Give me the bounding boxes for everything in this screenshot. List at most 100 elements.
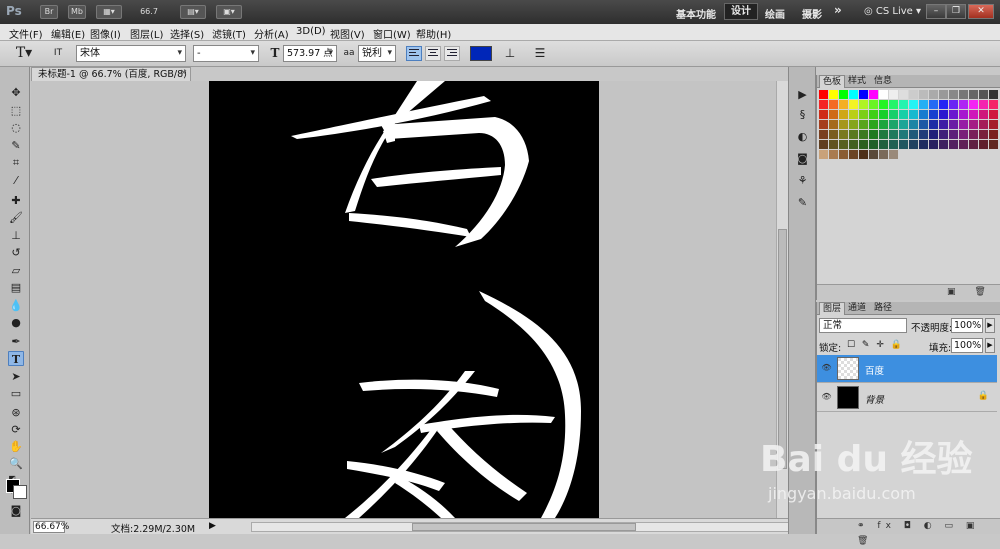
swatch-cell[interactable] [929, 130, 938, 139]
character-panel-icon[interactable]: ☰ [532, 45, 548, 62]
swatch-cell[interactable] [849, 130, 858, 139]
warp-text-icon[interactable]: ⊥ [502, 45, 518, 62]
swatch-cell[interactable] [929, 140, 938, 149]
swatch-cell[interactable] [889, 90, 898, 99]
swatch-cell[interactable] [959, 120, 968, 129]
swatch-cell[interactable] [889, 110, 898, 119]
swatch-cell[interactable] [879, 90, 888, 99]
marquee-tool-icon[interactable]: ⬚ [8, 103, 24, 118]
swatch-cell[interactable] [829, 130, 838, 139]
swatch-cell[interactable] [989, 120, 998, 129]
swatch-cell[interactable] [939, 100, 948, 109]
swatch-cell[interactable] [949, 140, 958, 149]
restore-button[interactable]: ❐ [946, 4, 966, 19]
blur-tool-icon[interactable]: 💧 [8, 298, 24, 313]
clone-stamp-tool-icon[interactable]: ⊥ [8, 228, 24, 243]
swatch-cell[interactable] [869, 150, 878, 159]
document-tab[interactable]: 未标题-1 @ 66.7% (百度, RGB/8) * [31, 67, 191, 93]
swatch-cell[interactable] [969, 120, 978, 129]
workspace-design[interactable]: 设计 [724, 3, 758, 20]
swatch-cell[interactable] [979, 110, 988, 119]
menu-layer[interactable]: 图层(L) [130, 26, 163, 41]
swatch-cell[interactable] [869, 100, 878, 109]
swatch-cell[interactable] [989, 130, 998, 139]
zoom-field[interactable]: 66.67% [33, 521, 69, 533]
opacity-slider-arrow[interactable]: ▶ [985, 318, 995, 333]
swatch-cell[interactable] [849, 100, 858, 109]
swatch-cell[interactable] [819, 90, 828, 99]
arrange-documents-dropdown[interactable]: ▤▾ [180, 5, 206, 19]
swatch-cell[interactable] [879, 120, 888, 129]
tab-styles[interactable]: 样式 [845, 75, 869, 87]
swatch-cell[interactable] [959, 130, 968, 139]
swatch-cell[interactable] [919, 140, 928, 149]
quick-mask-icon[interactable]: ◙ [8, 503, 24, 518]
font-size-field[interactable]: 573.97 点 [283, 45, 337, 62]
swatch-cell[interactable] [849, 90, 858, 99]
swatch-cell[interactable] [879, 110, 888, 119]
eyedropper-tool-icon[interactable]: ⁄ [8, 173, 24, 188]
fill-slider-arrow[interactable]: ▶ [985, 338, 995, 353]
menu-select[interactable]: 选择(S) [170, 26, 204, 41]
document-canvas[interactable] [209, 81, 599, 518]
minibridge-button[interactable]: Mb [68, 5, 86, 19]
swatch-cell[interactable] [939, 120, 948, 129]
swatch-cell[interactable] [959, 100, 968, 109]
tab-channels[interactable]: 通道 [845, 302, 869, 314]
swatch-cell[interactable] [989, 90, 998, 99]
layer-name[interactable]: 百度 [865, 363, 884, 377]
swatch-cell[interactable] [849, 110, 858, 119]
swatch-cell[interactable] [929, 120, 938, 129]
swatch-cell[interactable] [819, 120, 828, 129]
brush-tool-icon[interactable]: 🖌 [8, 210, 24, 225]
align-left-button[interactable] [406, 46, 422, 61]
swatch-cell[interactable] [939, 130, 948, 139]
blend-mode-select[interactable]: 正常 [819, 318, 907, 333]
dodge-tool-icon[interactable]: ● [8, 315, 24, 330]
swatch-cell[interactable] [889, 100, 898, 109]
swatch-cell[interactable] [959, 140, 968, 149]
crop-tool-icon[interactable]: ⌗ [8, 155, 24, 170]
workspace-photography[interactable]: 摄影 [802, 6, 822, 21]
layer-name[interactable]: 背景 [865, 392, 884, 406]
menu-view[interactable]: 视图(V) [330, 26, 365, 41]
swatch-cell[interactable] [969, 130, 978, 139]
fill-field[interactable]: 100% [951, 338, 983, 353]
swatch-cell[interactable] [919, 100, 928, 109]
swatch-cell[interactable] [969, 100, 978, 109]
layers-footer[interactable]: ⚭ fx ◘ ◐ ▭ ▣ 🗑 [817, 518, 1000, 546]
layer-row-text[interactable]: 👁 百度 [817, 355, 997, 383]
type-tool-icon[interactable]: T [8, 351, 24, 366]
menu-analysis[interactable]: 分析(A) [254, 26, 289, 41]
tab-layers[interactable]: 图层 [819, 302, 846, 315]
close-button[interactable]: ✕ [968, 4, 994, 19]
quick-select-tool-icon[interactable]: ✎ [8, 138, 24, 153]
swatch-cell[interactable] [839, 120, 848, 129]
swatch-cell[interactable] [819, 110, 828, 119]
view-extras-dropdown[interactable]: ▦▾ [96, 5, 122, 19]
swatch-cell[interactable] [889, 130, 898, 139]
swatch-cell[interactable] [819, 100, 828, 109]
3d-orbit-tool-icon[interactable]: ⟳ [8, 422, 24, 437]
swatch-cell[interactable] [859, 150, 868, 159]
swatch-cell[interactable] [819, 130, 828, 139]
swatch-cell[interactable] [989, 100, 998, 109]
antialias-select[interactable]: 锐利 [358, 45, 396, 62]
swatch-cell[interactable] [979, 100, 988, 109]
swatch-cell[interactable] [909, 130, 918, 139]
move-tool-icon[interactable]: ✥ [8, 85, 24, 100]
menu-help[interactable]: 帮助(H) [416, 26, 451, 41]
swatch-cell[interactable] [819, 140, 828, 149]
screen-mode-dropdown[interactable]: ▣▾ [216, 5, 242, 19]
actions-panel-icon[interactable]: ▶ [795, 87, 810, 102]
swatch-cell[interactable] [949, 100, 958, 109]
shape-tool-icon[interactable]: ▭ [8, 386, 24, 401]
history-brush-tool-icon[interactable]: ↺ [8, 245, 24, 260]
workspace-painting[interactable]: 绘画 [765, 6, 785, 21]
swatch-cell[interactable] [829, 120, 838, 129]
gradient-tool-icon[interactable]: ▤ [8, 280, 24, 295]
swatch-cell[interactable] [949, 110, 958, 119]
clone-source-icon[interactable]: ⚘ [795, 173, 810, 188]
swatch-cell[interactable] [839, 100, 848, 109]
swatch-cell[interactable] [879, 150, 888, 159]
